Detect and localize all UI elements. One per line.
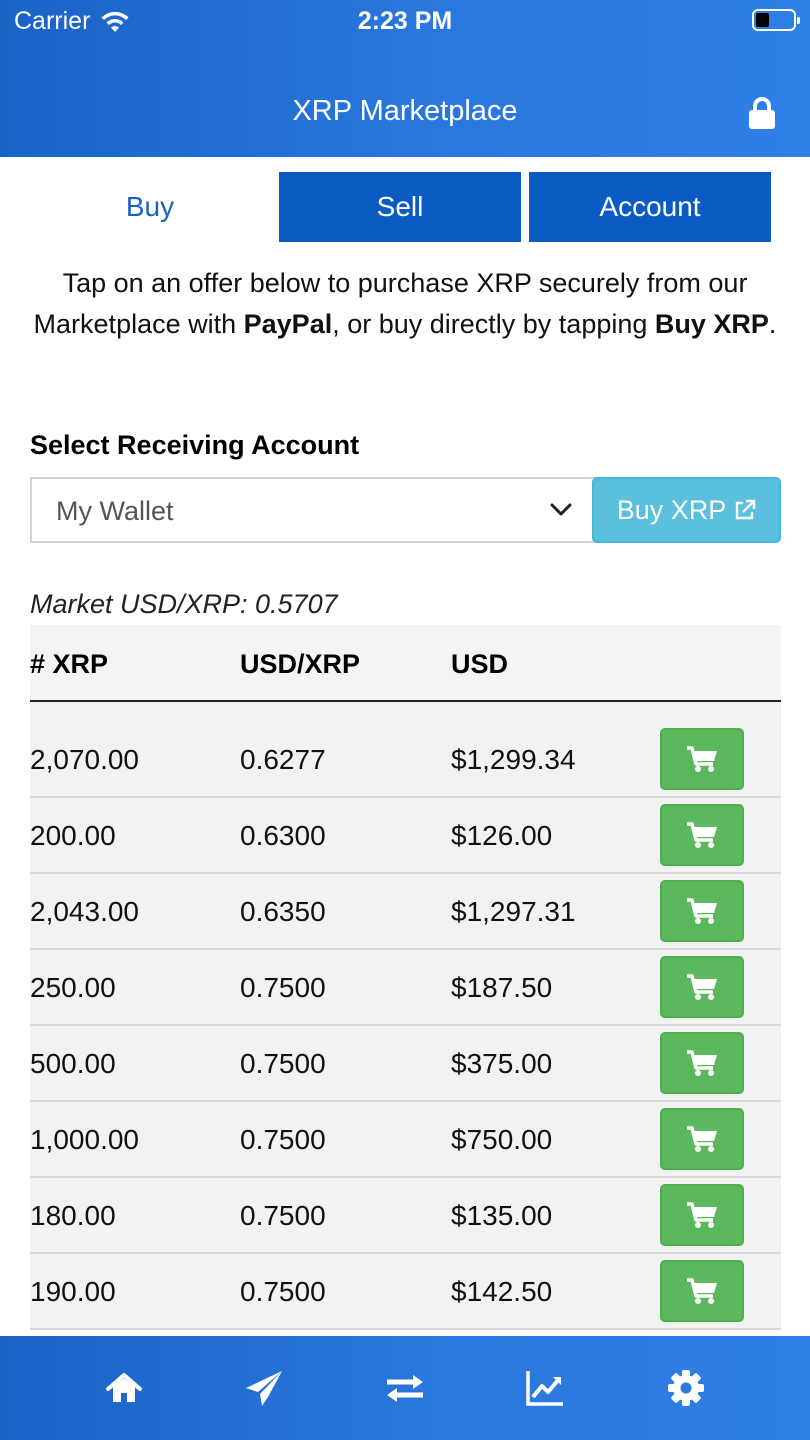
cart-icon	[687, 746, 717, 772]
cell-usd-per-xrp: 0.7500	[240, 1200, 326, 1231]
exchange-icon	[387, 1375, 423, 1402]
chart-icon	[526, 1371, 563, 1406]
cell-xrp-amount: 200.00	[30, 820, 116, 851]
cell-usd-total: $142.50	[451, 1276, 553, 1307]
buy-offer-button[interactable]	[660, 1032, 744, 1094]
cell-xrp-amount: 1,000.00	[30, 1124, 139, 1155]
buy-offer-button[interactable]	[660, 880, 744, 942]
cell-usd-total: $1,299.34	[451, 744, 576, 775]
cart-icon	[687, 1126, 717, 1152]
buy-offer-button[interactable]	[660, 1108, 744, 1170]
cart-icon	[687, 1278, 717, 1304]
home-icon	[106, 1373, 142, 1402]
buy-offer-button[interactable]	[660, 1184, 744, 1246]
column-header-xrp: # XRP	[30, 649, 109, 679]
cell-usd-per-xrp: 0.7500	[240, 1124, 326, 1155]
cell-xrp-amount: 250.00	[30, 972, 116, 1003]
table-row[interactable]: 2,043.00 0.6350 $1,297.31	[30, 874, 781, 950]
column-header-rate: USD/XRP	[240, 649, 361, 679]
buy-xrp-button[interactable]: Buy XRP	[592, 477, 781, 543]
cart-icon	[687, 1050, 717, 1076]
tab-sell[interactable]: Sell	[279, 172, 521, 242]
tab-account[interactable]: Account	[529, 172, 771, 242]
table-row[interactable]: 180.00 0.7500 $135.00	[30, 1178, 781, 1254]
buy-offer-button[interactable]	[660, 1260, 744, 1322]
external-link-icon	[736, 499, 756, 520]
selected-account: My Wallet	[56, 496, 174, 526]
cell-usd-per-xrp: 0.7500	[240, 1276, 326, 1307]
nav-send[interactable]	[242, 1368, 286, 1408]
tab-buy[interactable]: Buy	[30, 172, 270, 242]
app-header: Carrier 2:23 PM XRP Marketplace	[0, 0, 810, 157]
cell-usd-per-xrp: 0.6350	[240, 896, 326, 927]
cell-usd-per-xrp: 0.6300	[240, 820, 326, 851]
cell-usd-per-xrp: 0.7500	[240, 972, 326, 1003]
table-row[interactable]: 1,000.00 0.7500 $750.00	[30, 1102, 781, 1178]
page-title: XRP Marketplace	[292, 95, 518, 127]
buy-offer-button[interactable]	[660, 804, 744, 866]
cart-icon	[687, 898, 717, 924]
chevron-down-icon	[550, 503, 572, 516]
buy-offer-button[interactable]	[660, 728, 744, 790]
nav-exchange[interactable]	[383, 1368, 427, 1408]
intro-text: Tap on an offer below to purchase XRP se…	[33, 268, 777, 339]
table-row[interactable]: 2,070.00 0.6277 $1,299.34	[30, 702, 781, 798]
cell-xrp-amount: 190.00	[30, 1276, 116, 1307]
offers-table: # XRP USD/XRP USD 2,070.00 0.6277 $1,299.3…	[30, 625, 781, 1330]
status-time: 2:23 PM	[357, 7, 453, 35]
cell-usd-per-xrp: 0.7500	[240, 1048, 326, 1079]
receiving-account-label: Select Receiving Account	[30, 430, 360, 460]
send-icon	[246, 1371, 282, 1406]
cell-xrp-amount: 2,043.00	[30, 896, 139, 927]
cell-xrp-amount: 2,070.00	[30, 744, 139, 775]
cell-usd-total: $187.50	[451, 972, 553, 1003]
table-row[interactable]: 200.00 0.6300 $126.00	[30, 798, 781, 874]
cart-icon	[687, 822, 717, 848]
market-rate: Market USD/XRP: 0.5707	[30, 589, 338, 619]
column-header-usd: USD	[451, 649, 509, 679]
cell-usd-total: $1,297.31	[451, 896, 576, 927]
receiving-account-select[interactable]: My Wallet	[30, 477, 596, 543]
settings-icon	[668, 1370, 704, 1406]
cell-xrp-amount: 500.00	[30, 1048, 116, 1079]
nav-chart[interactable]	[523, 1368, 567, 1408]
buy-offer-button[interactable]	[660, 956, 744, 1018]
buy-xrp-button-label: Buy XRP	[616, 494, 727, 525]
table-row[interactable]: 190.00 0.7500 $142.50	[30, 1254, 781, 1330]
cart-icon	[687, 1202, 717, 1228]
buy-xrp-emphasis: Buy XRP	[654, 309, 769, 339]
bottom-nav	[0, 1336, 810, 1440]
table-row[interactable]: 500.00 0.7500 $375.00	[30, 1026, 781, 1102]
nav-settings[interactable]	[664, 1368, 708, 1408]
nav-home[interactable]	[102, 1368, 146, 1408]
status-bar: Carrier 2:23 PM	[0, 0, 810, 42]
cell-usd-total: $375.00	[451, 1048, 553, 1079]
cell-usd-total: $126.00	[451, 820, 553, 851]
cart-icon	[687, 974, 717, 1000]
battery-icon	[752, 9, 800, 31]
cell-usd-per-xrp: 0.6277	[240, 744, 326, 775]
cell-usd-total: $750.00	[451, 1124, 553, 1155]
cell-usd-total: $135.00	[451, 1200, 553, 1231]
cell-xrp-amount: 180.00	[30, 1200, 116, 1231]
lock-icon[interactable]	[748, 96, 776, 130]
tab-bar: Buy Sell Account	[30, 172, 772, 242]
table-row[interactable]: 250.00 0.7500 $187.50	[30, 950, 781, 1026]
table-header: # XRP USD/XRP USD	[30, 625, 781, 702]
paypal-emphasis: PayPal	[243, 309, 333, 339]
